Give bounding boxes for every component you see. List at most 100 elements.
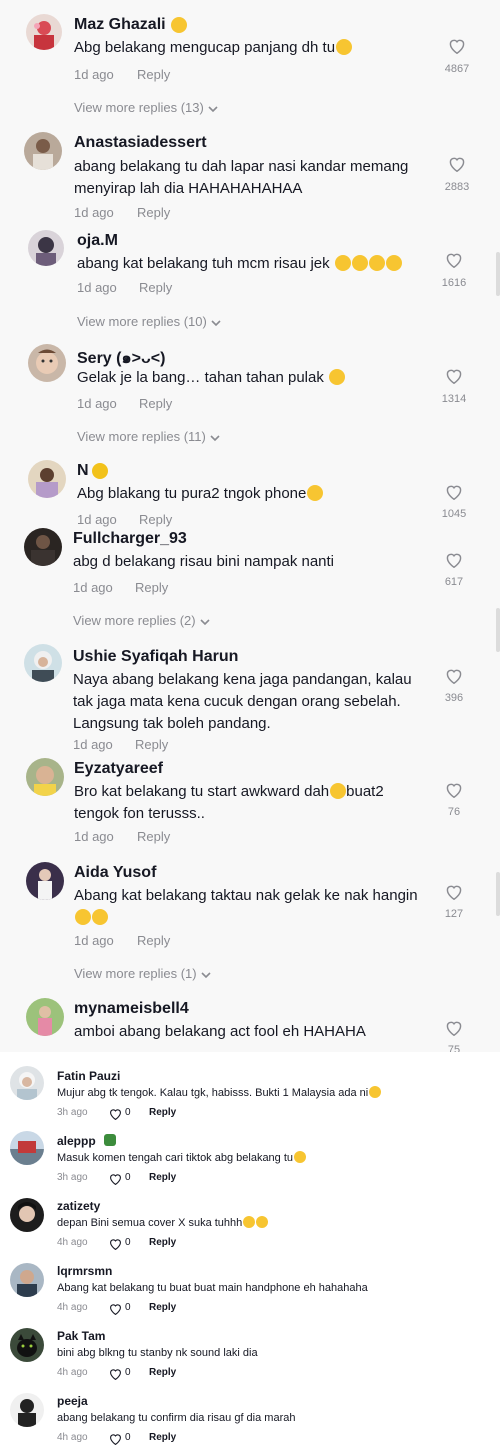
laughing-emoji-icon: [368, 255, 385, 271]
comment-time: 1d ago: [77, 396, 117, 411]
reply-button[interactable]: Reply: [149, 1237, 176, 1248]
comment-item: Eyzatyareef Bro kat belakang tu start aw…: [0, 756, 500, 856]
view-more-replies-button[interactable]: View more replies (2): [73, 613, 210, 629]
username[interactable]: Eyzatyareef: [74, 760, 163, 778]
avatar[interactable]: [26, 14, 62, 50]
comment-text: bini abg blkng tu stanby nk sound laki d…: [57, 1347, 258, 1359]
comment-text: Abang kat belakang taktau nak gelak ke n…: [74, 885, 418, 929]
avatar[interactable]: [24, 528, 62, 566]
like-heart-icon[interactable]: [445, 1020, 463, 1036]
comment-text: abang belakang tu dah lapar nasi kandar …: [74, 158, 409, 197]
comment-text: depan Bini semua cover X suka tuhhh: [57, 1216, 269, 1230]
avatar[interactable]: [28, 344, 66, 382]
username[interactable]: mynameisbell4: [74, 1000, 189, 1018]
username[interactable]: N: [77, 462, 89, 480]
username[interactable]: Fatin Pauzi: [57, 1069, 120, 1083]
avatar[interactable]: [26, 998, 64, 1036]
avatar[interactable]: [26, 758, 64, 796]
avatar[interactable]: [24, 644, 62, 682]
reply-button[interactable]: Reply: [149, 1432, 176, 1443]
reply-button[interactable]: Reply: [139, 512, 172, 527]
laughing-emoji-icon: [294, 1151, 307, 1163]
like-count: 76: [447, 806, 461, 818]
username[interactable]: Fullcharger_93: [73, 530, 187, 548]
avatar[interactable]: [24, 132, 62, 170]
like-heart-icon[interactable]: [109, 1367, 122, 1385]
avatar[interactable]: [10, 1393, 44, 1427]
comment-time: 1d ago: [74, 67, 114, 82]
like-heart-icon[interactable]: [445, 884, 463, 900]
comment-text: amboi abang belakang act fool eh HAHAHA: [74, 1023, 366, 1040]
comment-item: N Abg blakang tu pura2 tngok phone 1d ag…: [0, 454, 500, 527]
like-count: 0: [125, 1107, 131, 1118]
reply-button[interactable]: Reply: [135, 737, 168, 752]
like-heart-icon[interactable]: [109, 1302, 122, 1320]
avatar[interactable]: [26, 862, 64, 900]
reply-button[interactable]: Reply: [149, 1367, 176, 1378]
username[interactable]: peeja: [57, 1394, 88, 1408]
reply-button[interactable]: Reply: [135, 580, 168, 595]
comment-item: Fatin Pauzi Mujur abg tk tengok. Kalau t…: [0, 1064, 500, 1129]
like-heart-icon[interactable]: [445, 552, 463, 568]
reply-button[interactable]: Reply: [137, 933, 170, 948]
username[interactable]: Maz Ghazali: [74, 16, 166, 34]
reply-button[interactable]: Reply: [149, 1107, 176, 1118]
avatar[interactable]: [10, 1328, 44, 1362]
view-more-replies-button[interactable]: View more replies (1): [74, 966, 211, 982]
comment-item: lqrmrsmn Abang kat belakang tu buat buat…: [0, 1259, 500, 1324]
username[interactable]: lqrmrsmn: [57, 1264, 112, 1278]
comment-time: 4h ago: [57, 1432, 88, 1443]
like-count: 0: [125, 1237, 131, 1248]
comment-item: peeja abang belakang tu confirm dia risa…: [0, 1389, 500, 1454]
comments-panel-top: Maz Ghazali Abg belakang mengucap panjan…: [0, 0, 500, 1052]
avatar[interactable]: [10, 1263, 44, 1297]
comment-text: Bro kat belakang tu start awkward dah bua…: [74, 783, 384, 822]
like-heart-icon[interactable]: [445, 668, 463, 684]
like-heart-icon[interactable]: [109, 1237, 122, 1255]
like-heart-icon[interactable]: [445, 252, 463, 268]
like-heart-icon[interactable]: [109, 1432, 122, 1450]
laughing-emoji-icon: [256, 1216, 269, 1228]
avatar[interactable]: [10, 1066, 44, 1100]
comment-time: 1d ago: [74, 829, 114, 844]
avatar[interactable]: [10, 1131, 44, 1165]
comment-time: 4h ago: [57, 1237, 88, 1248]
like-heart-icon[interactable]: [109, 1107, 122, 1125]
view-more-replies-button[interactable]: View more replies (10): [77, 314, 221, 330]
username[interactable]: aleppp: [57, 1134, 96, 1148]
comment-item: Fullcharger_93 abg d belakang risau bini…: [0, 526, 500, 640]
reply-button[interactable]: Reply: [137, 205, 170, 220]
reply-button[interactable]: Reply: [137, 829, 170, 844]
like-heart-icon[interactable]: [445, 368, 463, 384]
username[interactable]: Aida Yusof: [74, 864, 156, 882]
like-heart-icon[interactable]: [448, 38, 466, 54]
reply-button[interactable]: Reply: [139, 280, 172, 295]
like-count: 1616: [441, 277, 467, 289]
like-count: 0: [125, 1172, 131, 1183]
reply-button[interactable]: Reply: [139, 396, 172, 411]
like-heart-icon[interactable]: [448, 156, 466, 172]
like-heart-icon[interactable]: [109, 1172, 122, 1190]
reply-button[interactable]: Reply: [149, 1302, 176, 1313]
like-heart-icon[interactable]: [445, 782, 463, 798]
like-count: 0: [125, 1367, 131, 1378]
comment-item: Sery (๑˃ᴗ˂) Gelak je la bang… tahan taha…: [0, 336, 500, 454]
reply-button[interactable]: Reply: [149, 1172, 176, 1183]
username[interactable]: Pak Tam: [57, 1329, 105, 1343]
avatar[interactable]: [28, 230, 64, 266]
avatar[interactable]: [10, 1198, 44, 1232]
like-heart-icon[interactable]: [445, 484, 463, 500]
comment-item: Maz Ghazali Abg belakang mengucap panjan…: [0, 0, 500, 130]
sunflower-icon: [92, 463, 108, 479]
username[interactable]: oja.M: [77, 232, 118, 250]
view-more-replies-button[interactable]: View more replies (13): [74, 100, 218, 116]
reply-button[interactable]: Reply: [137, 67, 170, 82]
comment-item: Anastasiadessert abang belakang tu dah l…: [0, 130, 500, 226]
like-count: 396: [444, 692, 464, 704]
comment-item: Ushie Syafiqah Harun Naya abang belakang…: [0, 640, 500, 756]
avatar[interactable]: [28, 460, 66, 498]
view-more-replies-button[interactable]: View more replies (11): [77, 429, 220, 445]
username[interactable]: Ushie Syafiqah Harun: [73, 648, 238, 666]
username[interactable]: zatizety: [57, 1199, 100, 1213]
username[interactable]: Anastasiadessert: [74, 134, 207, 152]
